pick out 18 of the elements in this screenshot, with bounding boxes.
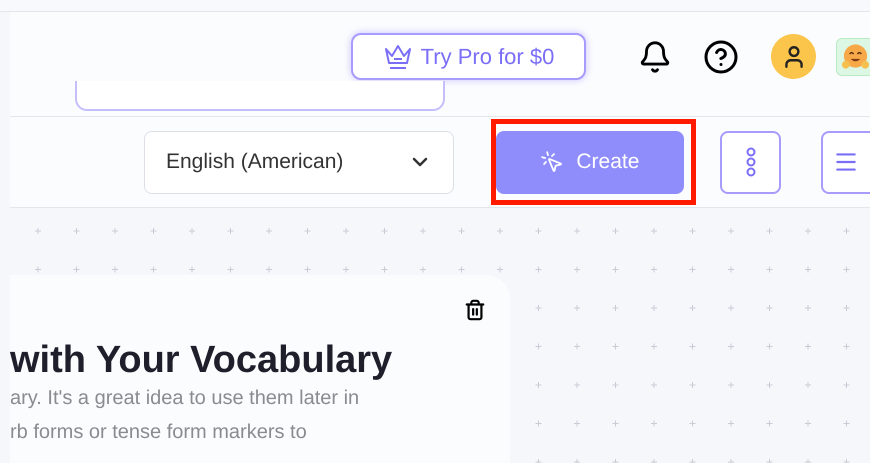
partial-field[interactable] bbox=[75, 81, 445, 111]
card-text: ary. It's a great idea to use them later in bbox=[10, 386, 360, 411]
vertical-dots-icon bbox=[746, 147, 756, 177]
crown-icon bbox=[382, 42, 413, 70]
language-select[interactable]: English (American) bbox=[144, 130, 454, 194]
emoji-badge[interactable] bbox=[836, 38, 870, 76]
menu-button[interactable] bbox=[821, 130, 870, 194]
try-pro-button[interactable]: Try Pro for $0 bbox=[351, 33, 586, 80]
trash-icon[interactable] bbox=[464, 299, 486, 321]
card-text: rb forms or tense form markers to bbox=[10, 420, 308, 445]
card-title: with Your Vocabulary bbox=[10, 341, 394, 379]
avatar[interactable] bbox=[771, 34, 816, 79]
create-button[interactable]: Create bbox=[496, 130, 684, 194]
hugging-face-icon bbox=[841, 42, 870, 70]
help-icon[interactable] bbox=[703, 38, 739, 74]
more-options-button[interactable] bbox=[720, 130, 782, 194]
notification-bell-icon[interactable] bbox=[638, 40, 672, 74]
sparkle-cursor-icon bbox=[540, 150, 564, 174]
